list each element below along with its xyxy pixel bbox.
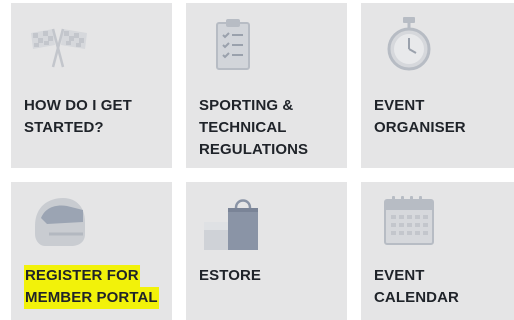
calendar-icon [383,194,435,251]
tile-sporting-technical-regulations[interactable]: SPORTING & TECHNICAL REGULATIONS [186,3,347,168]
tile-label: ESTORE [199,267,262,284]
tile-label: EVENT ORGANISER [374,97,466,136]
tile-label: EVENT CALENDAR [374,267,459,306]
tile-register-member-portal[interactable]: REGISTER FOR MEMBER PORTAL [11,182,172,320]
clipboard-checklist-icon [214,17,252,76]
tile-label: REGISTER FOR MEMBER PORTAL [24,265,159,309]
tile-label: SPORTING & TECHNICAL REGULATIONS [199,97,309,158]
tile-label: HOW DO I GET STARTED? [24,97,132,136]
tile-event-organiser[interactable]: EVENT ORGANISER [361,3,514,168]
tile-event-calendar[interactable]: EVENT CALENDAR [361,182,514,320]
shopping-bag-icon [202,192,266,257]
tile-estore[interactable]: ESTORE [186,182,347,320]
highlight-mark: MEMBER PORTAL [24,287,159,309]
helmet-icon [27,194,87,255]
tile-how-do-i-get-started[interactable]: HOW DO I GET STARTED? [11,3,172,168]
racing-flags-icon [27,25,91,74]
stopwatch-icon [385,15,433,78]
highlight-mark: REGISTER FOR [24,265,140,287]
